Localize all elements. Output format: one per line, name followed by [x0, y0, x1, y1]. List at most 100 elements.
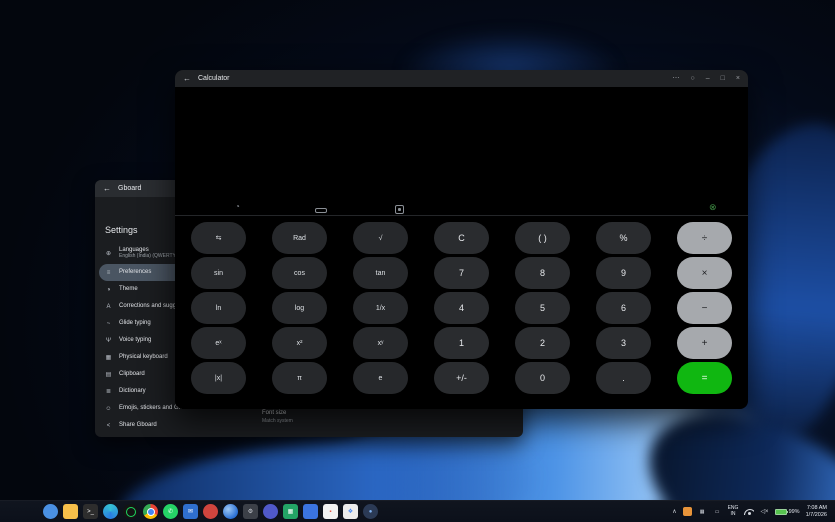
sheets-icon[interactable]: ▦	[283, 504, 298, 519]
gboard-title: Gboard	[118, 185, 141, 192]
hidden-icons-chevron[interactable]: ∧	[672, 508, 676, 515]
display-toolbar: ◔ ⊗	[191, 201, 732, 219]
key-9[interactable]: 9	[596, 257, 651, 289]
search-icon[interactable]	[43, 504, 58, 519]
color-tray-icon[interactable]	[683, 507, 692, 516]
key-cos[interactable]: cos	[272, 257, 327, 289]
font-size-value: Match system	[262, 418, 293, 425]
settings-icon[interactable]: ⚙	[243, 504, 258, 519]
key-abs[interactable]: |x|	[191, 362, 246, 394]
key-4[interactable]: 4	[434, 292, 489, 324]
file-explorer-icon[interactable]	[63, 504, 78, 519]
keypad-icon[interactable]	[395, 205, 404, 214]
calculator-display: ◔ ⊗	[175, 87, 748, 215]
keyboard-icon: ▦	[104, 354, 113, 361]
key-power[interactable]: xʸ	[353, 327, 408, 359]
key-reciprocal[interactable]: 1/x	[353, 292, 408, 324]
key-multiply[interactable]: ×	[677, 257, 732, 289]
calculator-title: Calculator	[198, 75, 673, 82]
key-decimal[interactable]: .	[596, 362, 651, 394]
sidebar-item-label: Glide typing	[119, 320, 151, 327]
sticky-notes-icon[interactable]: ▪	[323, 504, 338, 519]
battery-icon	[775, 509, 787, 515]
wifi-icon[interactable]	[744, 509, 754, 515]
battery-indicator[interactable]: 99%	[775, 509, 800, 515]
mail-icon[interactable]: ✉	[183, 504, 198, 519]
key-parentheses[interactable]: ( )	[515, 222, 570, 254]
key-e[interactable]: e	[353, 362, 408, 394]
sidebar-item-text: Dictionary	[119, 388, 146, 395]
maximize-icon[interactable]: □	[721, 75, 725, 82]
back-icon[interactable]: ←	[183, 74, 191, 83]
key-6[interactable]: 6	[596, 292, 651, 324]
sidebar-item-text: Share Gboard	[119, 422, 157, 429]
display-divider	[175, 215, 748, 216]
key-3[interactable]: 3	[596, 327, 651, 359]
key-5[interactable]: 5	[515, 292, 570, 324]
unit-converter-icon[interactable]	[315, 208, 327, 213]
minimize-icon[interactable]: –	[706, 75, 710, 82]
sidebar-item-label: Clipboard	[119, 371, 145, 378]
sidebar-item-share[interactable]: < Share Gboard	[99, 417, 251, 434]
sidebar-item-label: Physical keyboard	[119, 354, 168, 361]
sidebar-item-text: Physical keyboard	[119, 354, 168, 361]
key-ln[interactable]: ln	[191, 292, 246, 324]
key-rad[interactable]: Rad	[272, 222, 327, 254]
designer-icon[interactable]	[303, 504, 318, 519]
key-percent[interactable]: %	[596, 222, 651, 254]
more-options-icon[interactable]: ⋯	[673, 75, 680, 82]
chrome-icon[interactable]	[143, 504, 158, 519]
key-8[interactable]: 8	[515, 257, 570, 289]
share-icon: <	[104, 423, 113, 429]
calculator-titlebar: ← Calculator ⋯ ○ – □ ×	[175, 70, 748, 87]
key-clear[interactable]: C	[434, 222, 489, 254]
start-icon[interactable]	[23, 504, 38, 519]
spotify-icon[interactable]	[123, 504, 138, 519]
book-icon: ≣	[104, 388, 113, 395]
key-add[interactable]: +	[677, 327, 732, 359]
palette-icon: ◑	[104, 287, 113, 293]
whatsapp-icon[interactable]: ✆	[163, 504, 178, 519]
maps-icon[interactable]	[203, 504, 218, 519]
backspace-icon[interactable]: ⊗	[709, 202, 717, 213]
clock[interactable]: 7:08 AM 1/7/2026	[806, 505, 827, 518]
key-equals[interactable]: =	[677, 362, 732, 394]
key-0[interactable]: 0	[515, 362, 570, 394]
key-log[interactable]: log	[272, 292, 327, 324]
resize-icon[interactable]: ○	[691, 75, 695, 82]
key-plusminus[interactable]: +/-	[434, 362, 489, 394]
key-1[interactable]: 1	[434, 327, 489, 359]
monitor-tray-icon[interactable]: ▭	[713, 507, 722, 516]
history-icon[interactable]: ◔	[235, 202, 240, 211]
close-icon[interactable]: ×	[736, 75, 740, 82]
taskbar-pinned-apps: >_ ✆ ✉ ⚙ ▦ ▪ ❖ ●	[0, 504, 672, 519]
key-tan[interactable]: tan	[353, 257, 408, 289]
people-icon[interactable]: ●	[363, 504, 378, 519]
photos-icon[interactable]: ❖	[343, 504, 358, 519]
volume-muted-icon[interactable]: ◁×	[760, 508, 768, 515]
language-indicator[interactable]: ENG IN	[728, 506, 739, 517]
font-size-setting-row[interactable]: Font size Match system	[262, 410, 293, 424]
keyboard-tray-icon[interactable]: ▦	[698, 507, 707, 516]
key-swap[interactable]: ⇆	[191, 222, 246, 254]
key-7[interactable]: 7	[434, 257, 489, 289]
key-sqrt[interactable]: √	[353, 222, 408, 254]
spellcheck-icon: A	[104, 304, 113, 310]
key-pi[interactable]: π	[272, 362, 327, 394]
globe-icon: ⊕	[104, 250, 113, 257]
key-subtract[interactable]: −	[677, 292, 732, 324]
edge-browser-icon[interactable]	[103, 504, 118, 519]
key-divide[interactable]: ÷	[677, 222, 732, 254]
key-2[interactable]: 2	[515, 327, 570, 359]
date-text: 1/7/2026	[806, 512, 827, 519]
back-icon[interactable]: ←	[103, 184, 111, 193]
emoji-icon: ☺	[104, 406, 113, 412]
key-sin[interactable]: sin	[191, 257, 246, 289]
chat-icon[interactable]	[263, 504, 278, 519]
terminal-icon[interactable]: >_	[83, 504, 98, 519]
sidebar-item-text: Glide typing	[119, 320, 151, 327]
desktop: ← Gboard Settings ⊕LanguagesEnglish (Ind…	[0, 0, 835, 522]
key-exp[interactable]: eˣ	[191, 327, 246, 359]
photos-sphere-icon[interactable]	[223, 504, 238, 519]
key-square[interactable]: x²	[272, 327, 327, 359]
